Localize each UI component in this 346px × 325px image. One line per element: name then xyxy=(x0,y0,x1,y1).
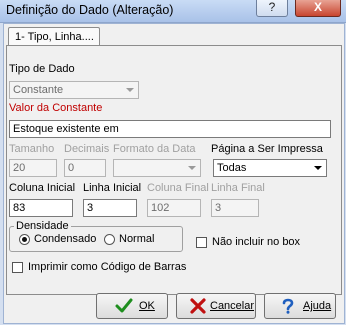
chevron-down-icon xyxy=(184,161,199,175)
tamanho-label: Tamanho xyxy=(9,143,55,155)
ok-button[interactable]: OK xyxy=(96,293,168,319)
coluna-inicial-label: Coluna Inicial xyxy=(9,182,76,194)
pagina-value: Todas xyxy=(217,162,247,174)
help-icon: ? xyxy=(268,0,276,14)
valor-constante-value: Estoque existente em xyxy=(13,123,119,135)
formato-data-label: Formato da Data xyxy=(113,143,196,155)
coluna-final-input[interactable]: 102 xyxy=(147,199,201,217)
valor-constante-label: Valor da Constante xyxy=(9,102,103,114)
codigo-barras-checkbox[interactable] xyxy=(12,262,23,273)
check-icon xyxy=(115,298,133,313)
nao-incluir-box-checkbox[interactable] xyxy=(196,237,207,248)
tipo-dado-select[interactable]: Constante xyxy=(9,81,139,99)
formato-data-select[interactable] xyxy=(113,159,201,177)
coluna-inicial-input[interactable]: 83 xyxy=(9,199,73,217)
ajuda-button[interactable]: Ajuda xyxy=(264,293,336,319)
nao-incluir-box-label[interactable]: Não incluir no box xyxy=(212,236,300,248)
condensado-label[interactable]: Condensado xyxy=(34,233,96,245)
coluna-final-label: Coluna Final xyxy=(147,182,209,194)
ok-label: OK xyxy=(139,300,155,312)
linha-inicial-input[interactable]: 3 xyxy=(83,199,137,217)
dialog-client: 1- Tipo, Linha.... Tipo de Dado Constant… xyxy=(3,23,345,324)
help-icon xyxy=(282,298,294,314)
codigo-barras-label[interactable]: Imprimir como Código de Barras xyxy=(28,261,186,273)
window-title: Definição do Dado (Alteração) xyxy=(6,3,174,17)
cancelar-label: Cancelar xyxy=(210,300,255,312)
tipo-dado-label: Tipo de Dado xyxy=(9,63,75,75)
linha-final-label: Linha Final xyxy=(211,182,265,194)
linha-final-input[interactable]: 3 xyxy=(211,199,259,217)
help-title-button[interactable]: ? xyxy=(256,0,288,17)
chevron-down-icon xyxy=(310,161,325,175)
coluna-final-value: 102 xyxy=(151,202,170,214)
decimais-input[interactable]: 0 xyxy=(64,159,106,177)
normal-label[interactable]: Normal xyxy=(119,233,154,245)
tamanho-input[interactable]: 20 xyxy=(9,159,57,177)
close-button[interactable]: X xyxy=(295,0,341,17)
title-bar[interactable]: Definição do Dado (Alteração) ? X xyxy=(0,0,346,23)
pagina-select[interactable]: Todas xyxy=(213,159,327,177)
condensado-radio[interactable] xyxy=(19,234,30,245)
decimais-value: 0 xyxy=(68,162,75,174)
decimais-label: Decimais xyxy=(64,143,110,155)
pagina-label: Página a Ser Impressa xyxy=(211,143,323,155)
cancelar-button[interactable]: Cancelar xyxy=(176,293,256,319)
close-icon: X xyxy=(313,0,322,14)
linha-inicial-value: 3 xyxy=(87,202,94,214)
tab-panel: Tipo de Dado Constante Valor da Constant… xyxy=(6,45,342,295)
normal-radio[interactable] xyxy=(104,234,115,245)
coluna-inicial-value: 83 xyxy=(13,202,26,214)
densidade-label: Densidade xyxy=(14,220,71,232)
tab-tipo-linha[interactable]: 1- Tipo, Linha.... xyxy=(8,27,100,46)
cancel-x-icon xyxy=(190,298,206,314)
ajuda-label: Ajuda xyxy=(303,300,332,312)
tamanho-value: 20 xyxy=(13,162,26,174)
tab-label: 1- Tipo, Linha.... xyxy=(15,31,94,43)
linha-inicial-label: Linha Inicial xyxy=(83,182,142,194)
linha-final-value: 3 xyxy=(215,202,222,214)
chevron-down-icon xyxy=(122,83,137,97)
valor-constante-input[interactable]: Estoque existente em xyxy=(9,120,331,138)
tipo-dado-value: Constante xyxy=(13,84,64,96)
densidade-group: Densidade Condensado Normal xyxy=(9,220,183,252)
